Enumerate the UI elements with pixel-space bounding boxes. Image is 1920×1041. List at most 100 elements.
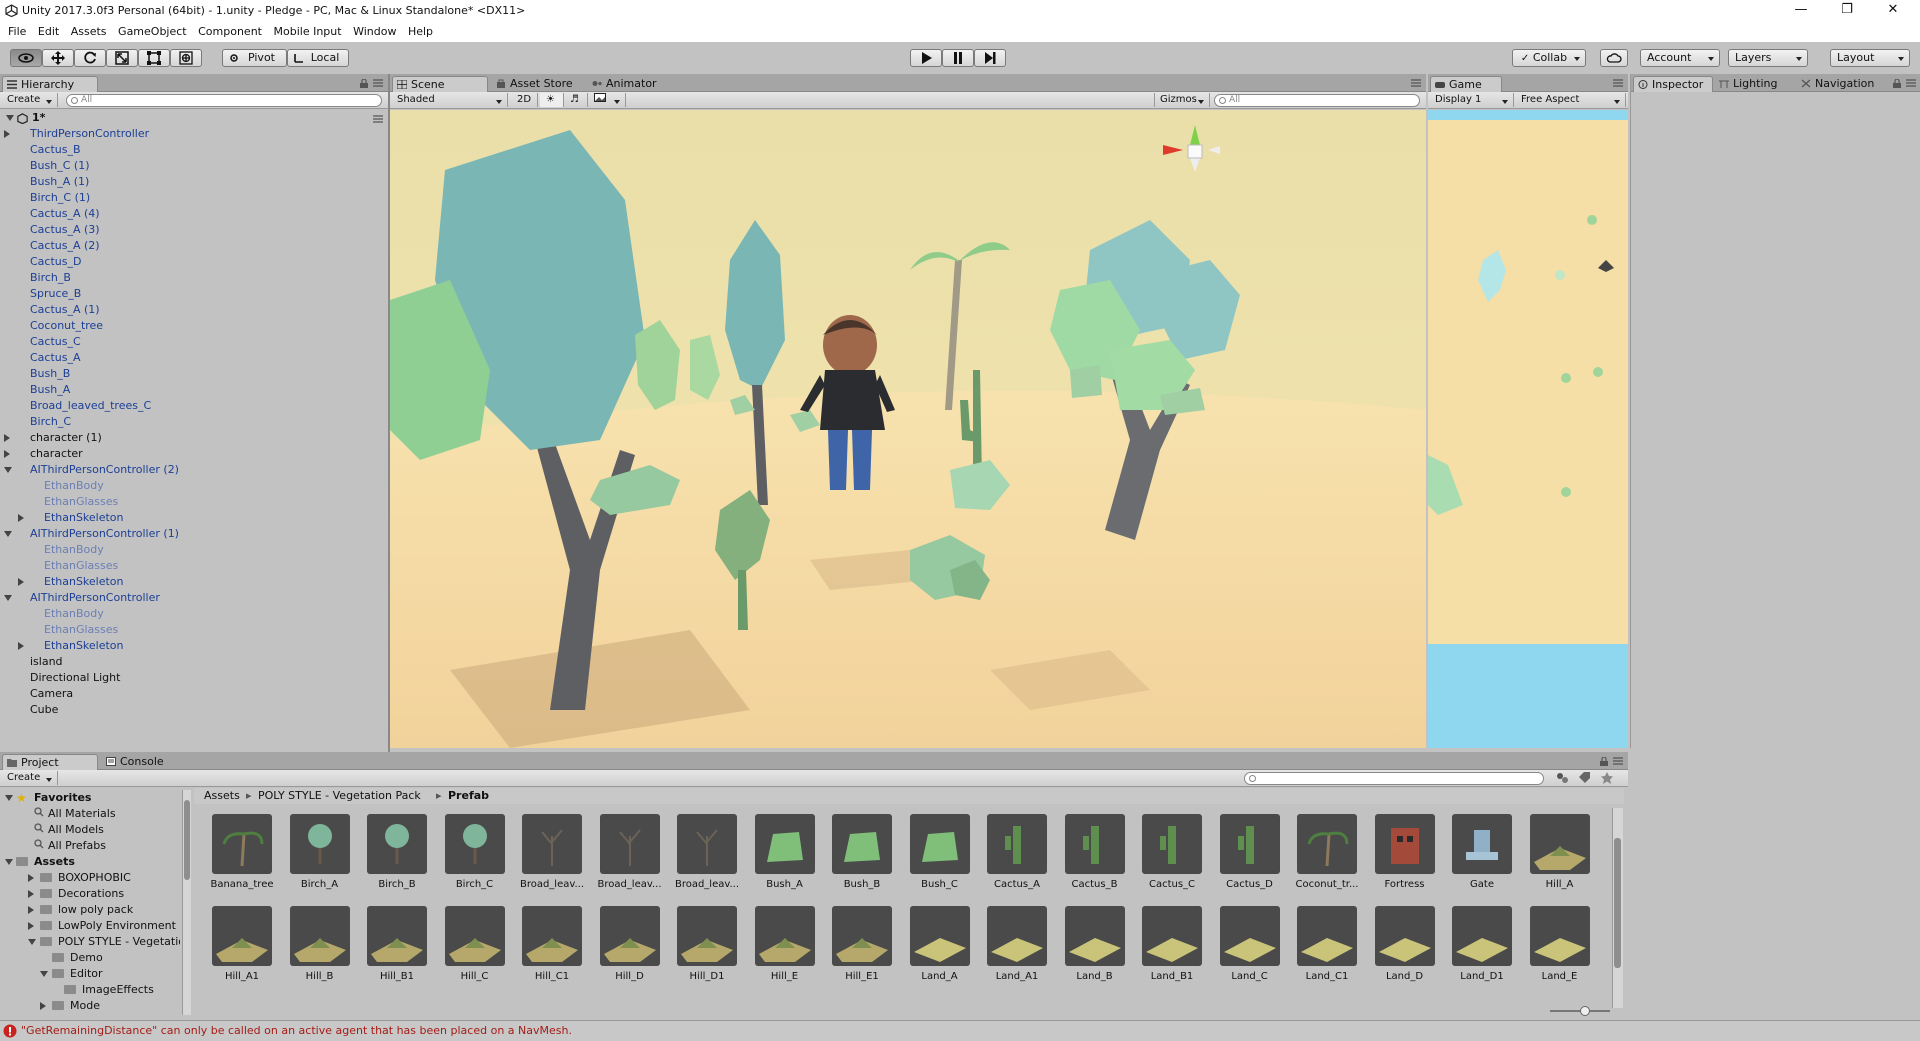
scene-root-row[interactable]: 1* [0,110,388,126]
tab-asset-store[interactable]: Asset Store [492,76,584,92]
hierarchy-item[interactable]: Cube [0,702,388,718]
hierarchy-item[interactable]: Broad_leaved_trees_C [0,398,388,414]
asset-prefab[interactable]: Bush_C [904,814,974,904]
asset-scrollbar-thumb[interactable] [1614,838,1621,968]
menu-gameobject[interactable]: GameObject [118,22,187,38]
hierarchy-item[interactable]: character [0,446,388,462]
maximize-button[interactable]: ❐ [1824,0,1870,22]
hierarchy-item[interactable]: AIThirdPersonController (1) [0,526,388,542]
favorite-star-icon[interactable] [1600,772,1614,784]
breadcrumb-assets[interactable]: Assets [204,788,240,804]
asset-prefab[interactable]: Hill_D1 [671,906,741,996]
rect-tool-button[interactable] [138,49,170,67]
asset-prefab[interactable]: Land_A [904,906,974,996]
asset-prefab[interactable]: Birch_A [284,814,354,904]
panel-menu-icon[interactable] [1613,79,1623,87]
asset-prefab[interactable]: Land_C [1214,906,1284,996]
expand-arrow-icon[interactable] [18,642,24,650]
hierarchy-item[interactable]: Bush_A [0,382,388,398]
tab-lighting[interactable]: Lighting [1715,76,1795,92]
hierarchy-search-input[interactable]: All [66,94,382,107]
menu-window[interactable]: Window [353,22,396,38]
collapse-arrow-icon[interactable] [28,939,36,945]
tab-hierarchy[interactable]: Hierarchy [2,76,98,92]
asset-prefab[interactable]: Broad_leav... [516,814,586,904]
gizmos-dropdown[interactable]: Gizmos [1154,93,1210,107]
lock-icon[interactable] [1893,79,1901,88]
asset-prefab[interactable]: Gate [1446,814,1516,904]
hierarchy-item[interactable]: EthanGlasses [0,558,388,574]
asset-prefab[interactable]: Broad_leav... [594,814,664,904]
collapse-arrow-icon[interactable] [40,971,48,977]
effects-dropdown[interactable] [590,93,626,107]
hierarchy-item[interactable]: Cactus_D [0,254,388,270]
asset-prefab[interactable]: Birch_B [361,814,431,904]
pivot-toggle[interactable]: Pivot [222,49,287,67]
tab-console[interactable]: Console [102,754,182,770]
shading-mode-dropdown[interactable]: Shaded [392,93,508,107]
hierarchy-create-button[interactable]: Create [2,93,58,107]
panel-menu-icon[interactable] [1906,79,1916,87]
panel-menu-icon[interactable] [1613,757,1623,765]
expand-arrow-icon[interactable] [5,795,13,801]
expand-arrow-icon[interactable] [5,859,13,865]
account-dropdown[interactable]: Account [1640,49,1720,67]
filter-by-label-icon[interactable] [1578,772,1592,784]
slider-thumb[interactable] [1580,1006,1590,1016]
asset-prefab[interactable]: Hill_B [284,906,354,996]
tree-scrollbar-thumb[interactable] [184,800,190,880]
hierarchy-item[interactable]: EthanGlasses [0,494,388,510]
hierarchy-item[interactable]: character (1) [0,430,388,446]
move-tool-button[interactable] [42,49,74,67]
scene-options-icon[interactable] [373,115,383,123]
menu-file[interactable]: File [8,22,26,38]
hierarchy-item[interactable]: EthanSkeleton [0,638,388,654]
expand-arrow-icon[interactable] [28,922,34,930]
collapse-arrow-icon[interactable] [4,531,12,537]
hierarchy-item[interactable]: Bush_C (1) [0,158,388,174]
asset-prefab[interactable]: Land_B [1059,906,1129,996]
collapse-arrow-icon[interactable] [4,595,12,601]
tab-navigation[interactable]: Navigation [1797,76,1893,92]
hierarchy-item[interactable]: Directional Light [0,670,388,686]
asset-prefab[interactable]: Land_A1 [981,906,1051,996]
minimize-button[interactable]: — [1778,0,1824,22]
hierarchy-item[interactable]: Cactus_A (3) [0,222,388,238]
asset-prefab[interactable]: Coconut_tr... [1291,814,1361,904]
close-button[interactable]: ✕ [1870,0,1916,22]
hierarchy-item[interactable]: Birch_C [0,414,388,430]
asset-prefab[interactable]: Cactus_B [1059,814,1129,904]
hierarchy-item[interactable]: island [0,654,388,670]
hierarchy-item[interactable]: EthanBody [0,606,388,622]
hierarchy-item[interactable]: EthanSkeleton [0,510,388,526]
expand-arrow-icon[interactable] [18,514,24,522]
project-create-button[interactable]: Create [2,771,58,785]
thumbnail-size-slider[interactable] [1550,1006,1610,1016]
asset-prefab[interactable]: Birch_C [439,814,509,904]
display-dropdown[interactable]: Display 1 [1430,93,1514,107]
hierarchy-item[interactable]: Spruce_B [0,286,388,302]
asset-prefab[interactable]: Hill_C [439,906,509,996]
asset-prefab[interactable]: Hill_A [1524,814,1594,904]
hierarchy-item[interactable]: Cactus_A (1) [0,302,388,318]
menu-assets[interactable]: Assets [71,22,107,38]
local-toggle[interactable]: Local [287,49,349,67]
game-viewport[interactable] [1428,110,1628,748]
lock-icon[interactable] [1600,757,1608,766]
asset-prefab[interactable]: Banana_tree [206,814,276,904]
breadcrumb-prefab[interactable]: Prefab [448,788,489,804]
asset-prefab[interactable]: Hill_E1 [826,906,896,996]
asset-prefab[interactable]: Land_B1 [1136,906,1206,996]
tree-scrollbar-track[interactable] [182,790,191,1015]
asset-prefab[interactable]: Fortress [1369,814,1439,904]
aspect-dropdown[interactable]: Free Aspect [1516,93,1626,107]
hierarchy-item[interactable]: EthanGlasses [0,622,388,638]
expand-arrow-icon[interactable] [4,434,10,442]
expand-arrow-icon[interactable] [4,130,10,138]
asset-prefab[interactable]: Cactus_D [1214,814,1284,904]
asset-prefab[interactable]: Land_E [1524,906,1594,996]
panel-menu-icon[interactable] [373,79,383,87]
asset-prefab[interactable]: Hill_B1 [361,906,431,996]
expand-arrow-icon[interactable] [28,890,34,898]
asset-prefab[interactable]: Hill_A1 [206,906,276,996]
